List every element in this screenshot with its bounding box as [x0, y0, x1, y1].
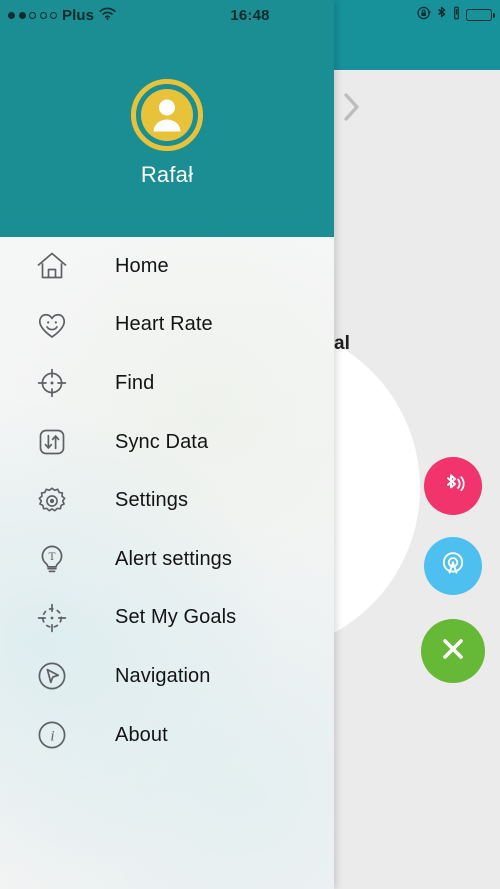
close-x-icon [437, 633, 469, 670]
menu-item-about[interactable]: i About [0, 706, 334, 765]
menu-item-navigation[interactable]: Navigation [0, 647, 334, 706]
menu-item-label: Find [115, 371, 155, 394]
bluetooth-icon [437, 6, 447, 25]
menu-item-home[interactable]: Home [0, 237, 334, 296]
status-bar-right [417, 0, 496, 30]
menu-item-label: About [115, 723, 168, 746]
navigation-cursor-icon [26, 658, 78, 694]
battery-icon [466, 9, 496, 21]
svg-text:T: T [48, 551, 55, 563]
bluetooth-broadcast-icon [440, 471, 466, 502]
goal-target-icon [26, 600, 78, 636]
menu-item-label: Settings [115, 489, 189, 512]
sync-data-icon [26, 424, 78, 460]
rotation-lock-icon [417, 6, 431, 24]
navigation-drawer: Rafał Home Heart Rate Find Sync Data Set… [0, 0, 334, 889]
drawer-header: Rafał [0, 0, 334, 237]
menu-item-find[interactable]: Find [0, 354, 334, 413]
menu-item-heart-rate[interactable]: Heart Rate [0, 296, 334, 355]
background-profile-name: al [334, 333, 351, 354]
menu-item-label: Sync Data [115, 430, 209, 453]
menu-item-label: Home [115, 254, 169, 277]
menu-item-label: Set My Goals [115, 606, 237, 629]
chevron-right-icon[interactable] [340, 90, 364, 124]
find-target-icon [26, 365, 78, 401]
svg-text:i: i [50, 729, 54, 745]
app-screen: al Rafał Home Heart Rate Find Sync Data … [0, 0, 500, 889]
lightbulb-t-icon: T [26, 541, 78, 577]
menu-item-label: Heart Rate [115, 313, 213, 336]
menu-item-label: Navigation [115, 664, 211, 687]
broadcast-fab[interactable] [424, 537, 482, 595]
status-bar: Plus 16:48 [0, 0, 500, 30]
info-icon: i [26, 717, 78, 753]
heart-rate-icon [26, 307, 78, 343]
drawer-menu: Home Heart Rate Find Sync Data Settings … [0, 237, 334, 764]
profile-name: Rafał [140, 162, 194, 187]
menu-item-settings[interactable]: Settings [0, 471, 334, 530]
gear-icon [26, 483, 78, 519]
bluetooth-connect-fab[interactable] [424, 457, 482, 515]
close-fab[interactable] [421, 619, 485, 683]
home-icon [26, 248, 78, 284]
menu-item-label: Alert settings [115, 547, 233, 570]
menu-item-sync-data[interactable]: Sync Data [0, 413, 334, 472]
menu-item-set-my-goals[interactable]: Set My Goals [0, 589, 334, 648]
avatar[interactable] [131, 79, 203, 151]
broadcast-antenna-icon [439, 550, 467, 583]
menu-item-alert-settings[interactable]: T Alert settings [0, 530, 334, 589]
alarm-icon [453, 6, 460, 24]
